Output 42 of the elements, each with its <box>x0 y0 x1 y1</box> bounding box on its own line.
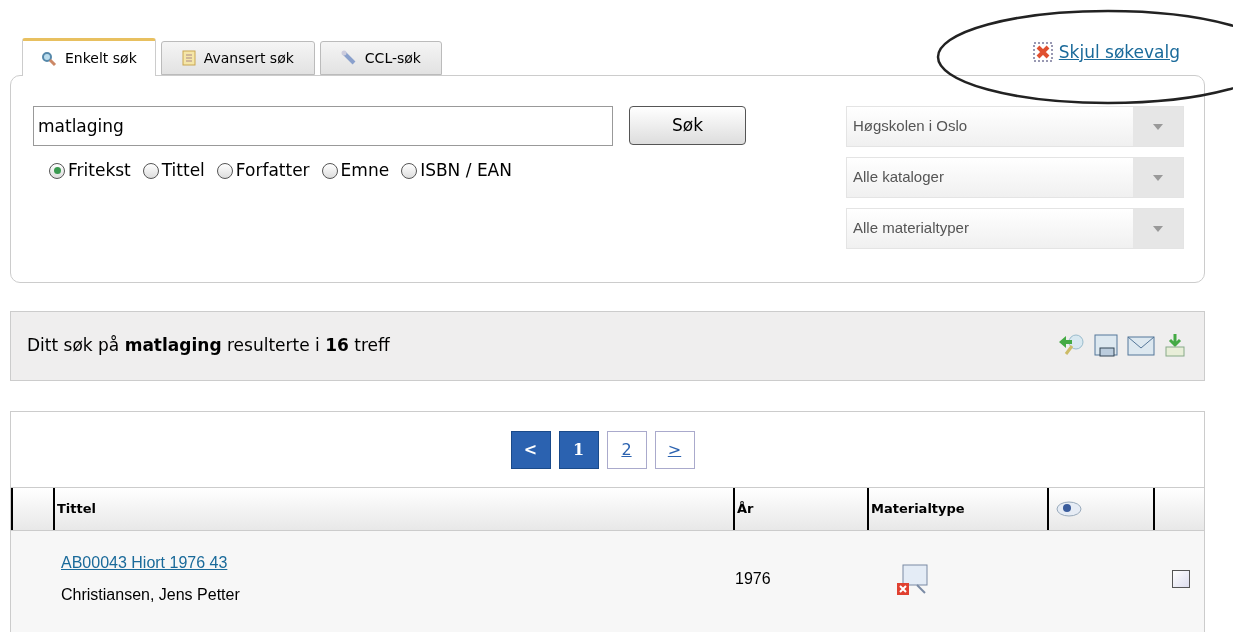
title-link[interactable]: AB00043 Hiort 1976 43 <box>61 551 228 575</box>
pagination-link[interactable]: < <box>510 430 551 469</box>
search-tab[interactable]: Avansert søk <box>160 41 315 75</box>
radio-button[interactable] <box>49 162 65 179</box>
filter-dropdown[interactable]: Høgskolen i Oslo <box>846 106 1184 147</box>
wrench-icon <box>340 50 357 66</box>
pagination-link[interactable]: > <box>654 430 695 469</box>
search-field-option[interactable]: Forfatter <box>216 158 310 184</box>
form-icon <box>181 50 196 66</box>
pagination-link[interactable]: 1 <box>558 430 599 469</box>
search-tab[interactable]: Enkelt søk <box>22 38 156 76</box>
search-tab[interactable]: CCL-søk <box>319 41 442 75</box>
radio-button[interactable] <box>321 162 338 179</box>
year-cell: 1976 <box>735 570 771 587</box>
column-header[interactable]: Tittel <box>53 488 733 530</box>
search-field-option[interactable]: Fritekst <box>49 158 131 184</box>
row-checkbox[interactable] <box>1172 570 1190 588</box>
hide-options-link[interactable]: Skjul søkevalg <box>1032 39 1180 65</box>
radio-button[interactable] <box>142 162 159 179</box>
search-button[interactable]: Søk <box>629 106 746 145</box>
search-field-option[interactable]: ISBN / EAN <box>401 158 512 184</box>
dropdown-caret-icon <box>1153 174 1163 181</box>
filter-dropdown[interactable]: Alle materialtyper <box>846 208 1184 249</box>
eye-icon[interactable] <box>1055 500 1083 518</box>
close-icon <box>1032 42 1053 63</box>
radio-button[interactable] <box>401 162 418 179</box>
radio-button[interactable] <box>216 162 233 179</box>
download-icon[interactable] <box>1162 332 1188 360</box>
dropdown-caret-icon <box>1153 123 1163 130</box>
unavailable-item-icon <box>895 561 931 597</box>
search-field[interactable]: matlaging <box>33 106 613 146</box>
dropdown-caret-icon <box>1153 225 1163 232</box>
search-icon <box>41 50 57 67</box>
column-header[interactable]: År <box>733 488 867 530</box>
filter-dropdown[interactable]: Alle kataloger <box>846 157 1184 198</box>
result-summary: Ditt søk på matlaging resulterte i 16 treff <box>27 334 390 358</box>
pagination-link[interactable]: 2 <box>606 430 647 469</box>
search-field-option[interactable]: Emne <box>321 158 390 184</box>
search-field-option[interactable]: Tittel <box>142 158 205 184</box>
author-text: Christiansen, Jens Petter <box>61 585 241 605</box>
column-header[interactable]: Materialtype <box>867 488 1047 530</box>
print-icon[interactable] <box>1092 332 1120 360</box>
